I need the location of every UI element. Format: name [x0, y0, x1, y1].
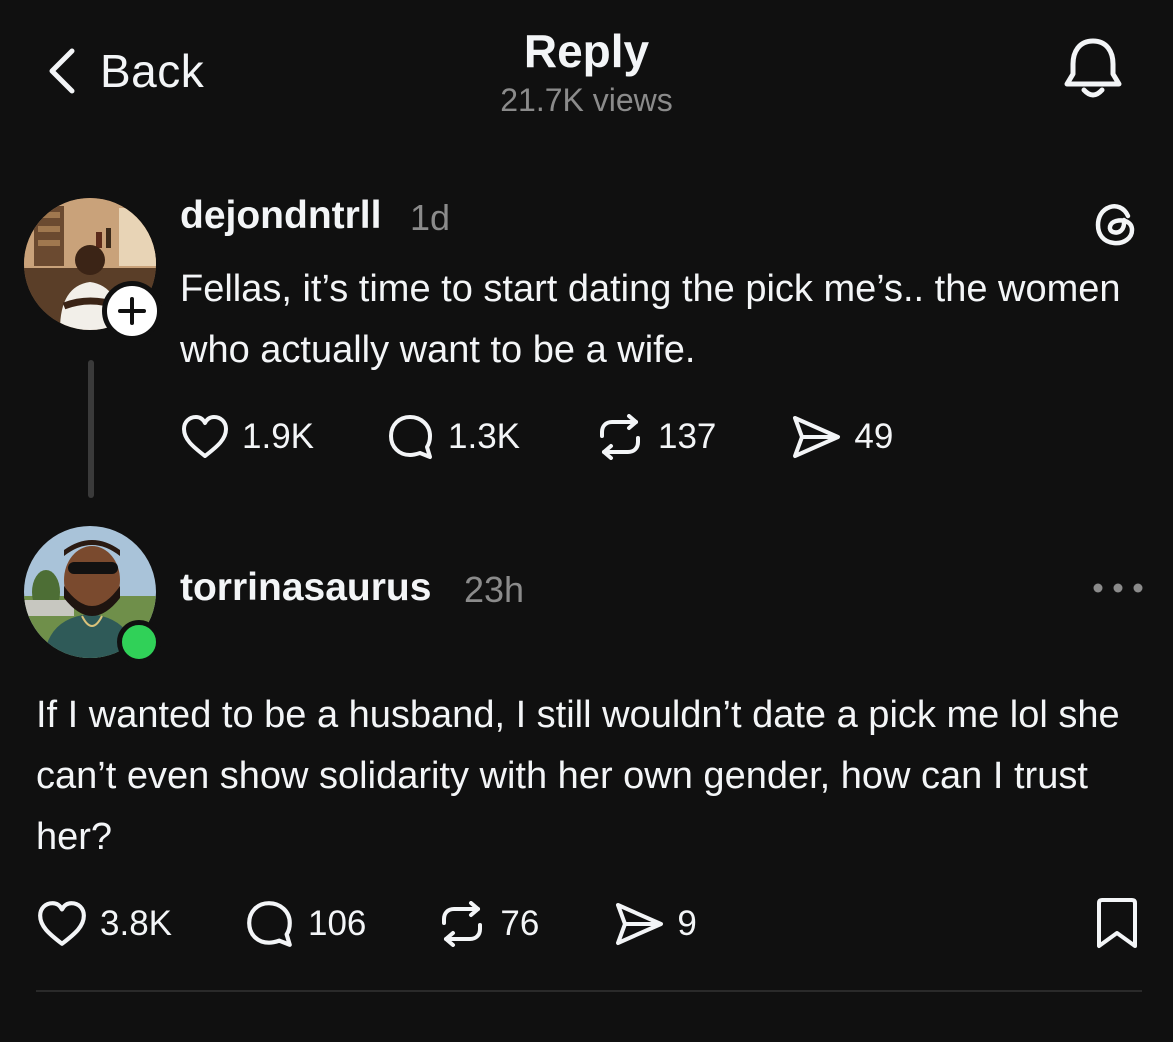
- reply-count: 106: [308, 904, 367, 943]
- reply-button[interactable]: 106: [244, 898, 366, 950]
- divider: [36, 990, 1142, 992]
- comment-icon: [389, 415, 432, 459]
- online-status-indicator: [117, 620, 161, 664]
- share-button[interactable]: 49: [790, 414, 893, 460]
- heart-icon: [182, 415, 228, 458]
- thread-connector-line: [88, 360, 94, 498]
- like-button[interactable]: 3.8K: [36, 900, 172, 948]
- repost-button[interactable]: 137: [594, 414, 716, 460]
- like-button[interactable]: 1.9K: [180, 414, 314, 460]
- follow-button[interactable]: [102, 281, 162, 341]
- threads-logo-icon: [1095, 204, 1135, 246]
- like-count: 3.8K: [100, 904, 172, 943]
- username[interactable]: dejondntrll: [180, 194, 381, 238]
- post-time: 23h: [464, 569, 525, 610]
- plus-icon: [118, 297, 146, 325]
- page-title: Reply: [523, 25, 650, 77]
- comment-icon: [247, 901, 292, 947]
- repost-icon: [600, 414, 640, 460]
- repost-count: 76: [500, 904, 540, 943]
- repost-icon: [442, 901, 483, 947]
- reply-screen: Back Reply 21.7K views dejondntrll 1d Fe…: [0, 0, 1173, 1042]
- post-actions: 1.9K 1.3K 137 49: [180, 412, 893, 462]
- repost-button[interactable]: 76: [436, 901, 539, 947]
- post-text: Fellas, it’s time to start dating the pi…: [180, 268, 1121, 371]
- share-count: 49: [854, 417, 894, 456]
- share-count: 9: [677, 904, 697, 943]
- bell-icon[interactable]: [1058, 34, 1128, 104]
- post-time: 1d: [410, 197, 451, 238]
- like-count: 1.9K: [242, 417, 314, 456]
- username[interactable]: torrinasaurus: [180, 566, 431, 610]
- send-icon: [616, 903, 664, 945]
- bookmark-icon[interactable]: [1095, 896, 1139, 950]
- reply-button[interactable]: 1.3K: [386, 412, 520, 462]
- more-icon[interactable]: [1090, 578, 1146, 598]
- post-actions: 3.8K 106 76 9: [36, 898, 697, 950]
- share-button[interactable]: 9: [613, 901, 697, 947]
- send-icon: [793, 416, 841, 458]
- view-count: 21.7K views: [500, 82, 673, 118]
- heart-icon: [38, 901, 86, 946]
- reply-count: 1.3K: [448, 417, 520, 456]
- repost-count: 137: [658, 417, 717, 456]
- post-text: If I wanted to be a husband, I still wou…: [36, 694, 1120, 858]
